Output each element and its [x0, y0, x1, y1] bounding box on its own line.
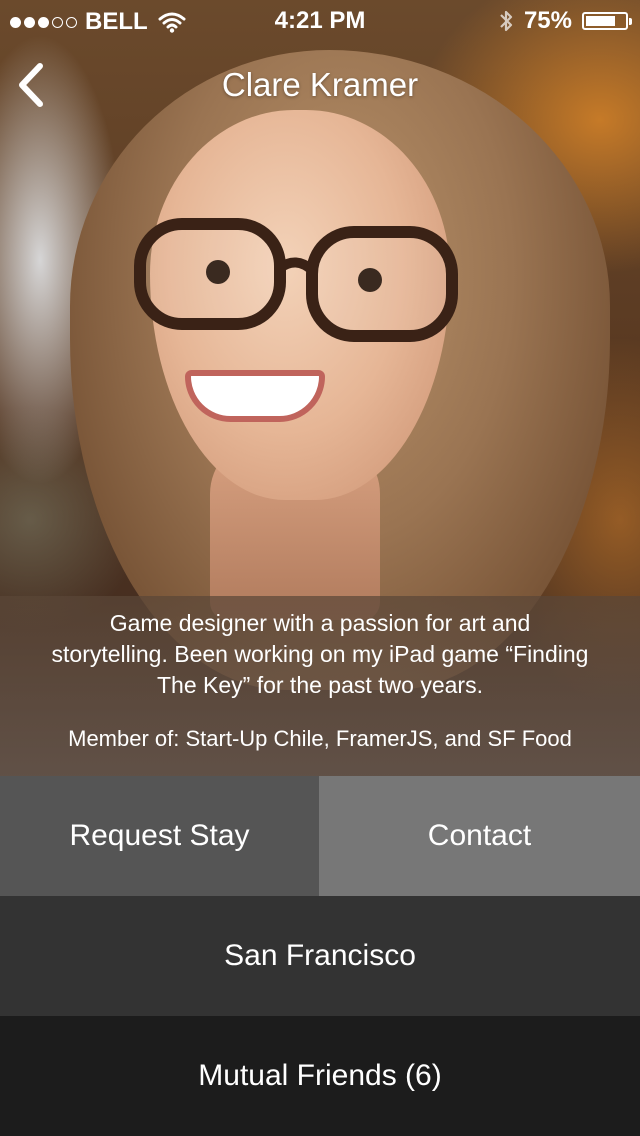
status-right: 75% [498, 7, 632, 35]
mutual-friends-row[interactable]: Mutual Friends (6) [0, 1016, 640, 1136]
status-bar: BELL 4:21 PM 75% [0, 0, 640, 40]
photo-glasses [134, 218, 458, 342]
location-label: San Francisco [224, 939, 416, 972]
request-stay-button[interactable]: Request Stay [0, 776, 319, 896]
bluetooth-icon [500, 10, 513, 32]
battery-percent: 75% [523, 7, 572, 34]
profile-screen: BELL 4:21 PM 75% Clare Kramer Game desig… [0, 0, 640, 1136]
bio-text: Game designer with a passion for art and… [51, 610, 589, 698]
contact-button[interactable]: Contact [319, 776, 640, 896]
bio-panel: Game designer with a passion for art and… [0, 596, 640, 776]
location-row[interactable]: San Francisco [0, 896, 640, 1016]
battery-fill [586, 16, 615, 26]
battery-icon [582, 12, 632, 30]
action-row: Request Stay Contact [0, 776, 640, 896]
mutual-friends-label: Mutual Friends (6) [198, 1059, 442, 1092]
navigation-bar: Clare Kramer [0, 58, 640, 114]
photo-smile [185, 370, 325, 422]
page-title: Clare Kramer [221, 66, 419, 103]
membership-text: Member of: Start-Up Chile, FramerJS, and… [68, 726, 572, 751]
